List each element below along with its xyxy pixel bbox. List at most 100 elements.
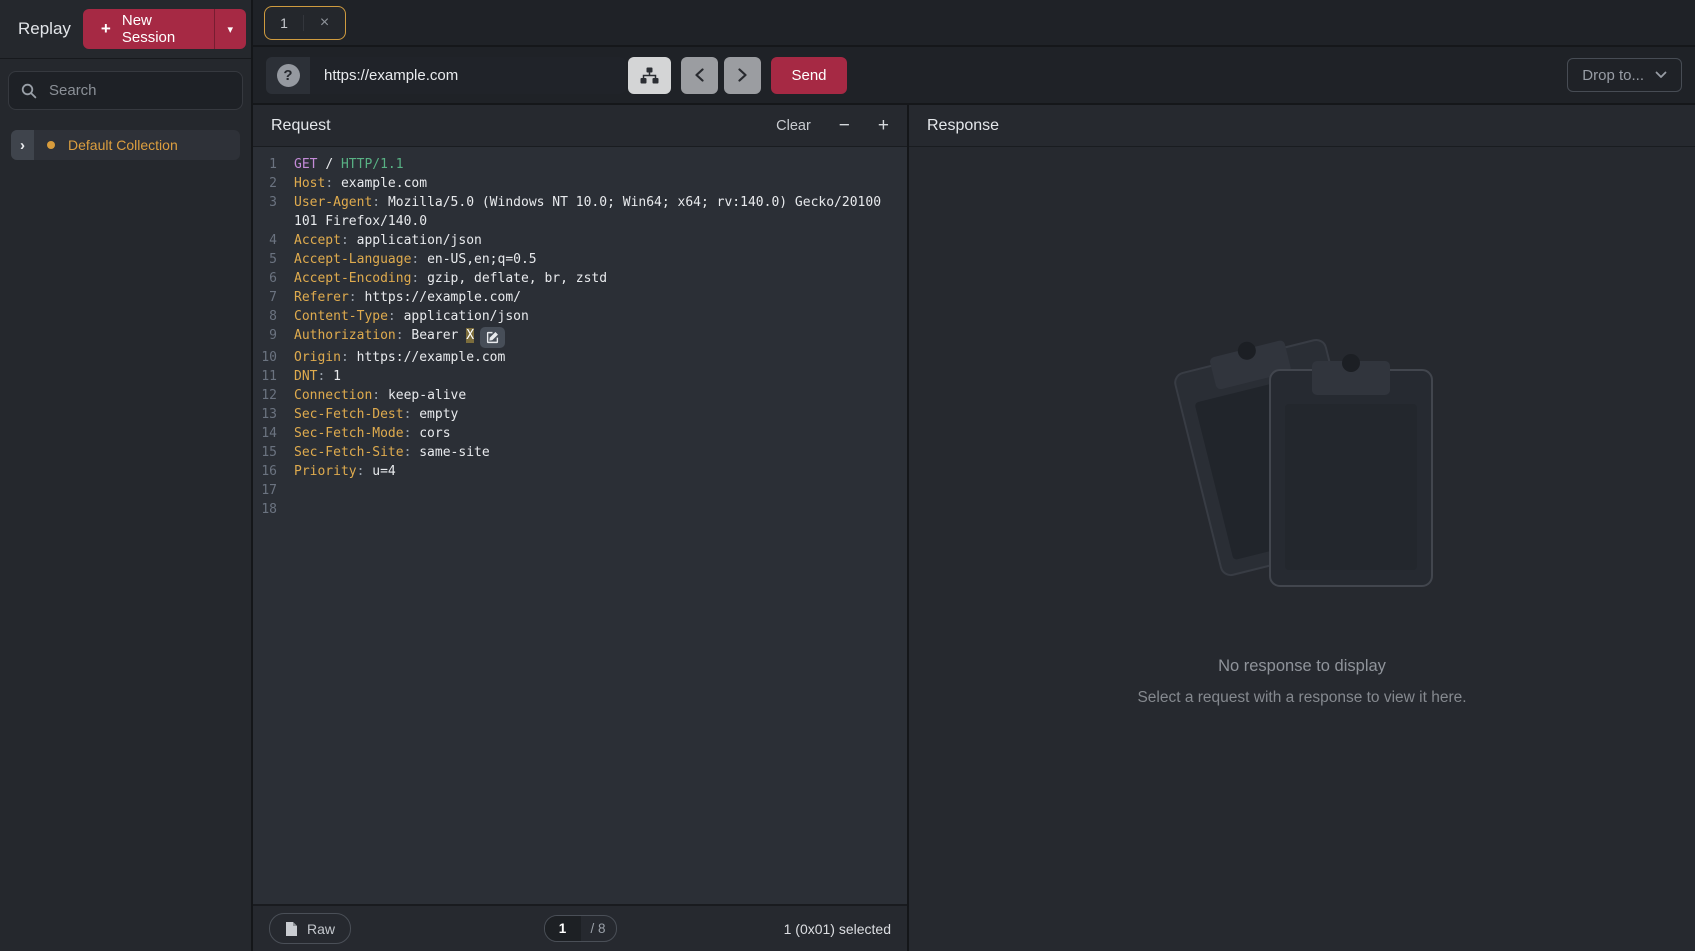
method-token: GET: [294, 157, 317, 172]
code-line[interactable]: 16Priority: u=4: [253, 462, 907, 481]
line-number: 1: [253, 155, 277, 174]
request-toolbar: ? Send Drop to...: [253, 47, 1695, 105]
sitemap-button[interactable]: [628, 57, 671, 94]
code-line[interactable]: 9Authorization: Bearer X: [253, 326, 907, 348]
line-content: [277, 481, 294, 500]
search-input[interactable]: [47, 81, 230, 100]
code-line[interactable]: 12Connection: keep-alive: [253, 386, 907, 405]
header-name-token: User-Agent: [294, 195, 372, 210]
header-name-token: Authorization: [294, 328, 396, 343]
code-line[interactable]: 11DNT: 1: [253, 367, 907, 386]
code-line[interactable]: 1GET / HTTP/1.1: [253, 155, 907, 174]
plus-icon: +: [101, 19, 111, 39]
header-value-token: example.com: [341, 176, 427, 191]
header-name-token: Accept-Encoding: [294, 271, 411, 286]
drop-to-dropdown[interactable]: Drop to...: [1567, 58, 1682, 92]
footer-left: Raw: [269, 913, 544, 944]
code-line[interactable]: 10Origin: https://example.com: [253, 348, 907, 367]
sidebar: Replay + New Session ▾ › Default Co: [0, 0, 253, 951]
drop-to-label: Drop to...: [1582, 67, 1644, 84]
line-content: Origin: https://example.com: [277, 348, 505, 367]
pager-current-input[interactable]: 1: [545, 916, 581, 941]
header-value-token: cors: [419, 426, 450, 441]
line-content: User-Agent: Mozilla/5.0 (Windows NT 10.0…: [277, 193, 889, 231]
header-value-token: 1: [333, 369, 341, 384]
main-area: 1 × ?: [253, 0, 1695, 951]
sitemap-icon: [640, 67, 659, 84]
collection-dot-icon: [47, 141, 55, 149]
line-content: Priority: u=4: [277, 462, 396, 481]
line-number: 3: [253, 193, 277, 231]
code-line[interactable]: 18: [253, 500, 907, 519]
chevron-right-icon: ›: [20, 137, 25, 154]
font-increase-button[interactable]: +: [878, 116, 889, 135]
code-line[interactable]: 6Accept-Encoding: gzip, deflate, br, zst…: [253, 269, 907, 288]
code-token: [380, 388, 388, 403]
selected-text-token[interactable]: X: [466, 328, 474, 343]
sidebar-item-default-collection[interactable]: › Default Collection: [11, 130, 240, 160]
code-token: :: [349, 290, 357, 305]
header-name-token: Connection: [294, 388, 372, 403]
code-line[interactable]: 17: [253, 481, 907, 500]
clipboards-illustration: [1162, 312, 1442, 617]
new-session-label: New Session: [122, 12, 196, 46]
chevron-left-icon: [694, 68, 705, 82]
line-number: 14: [253, 424, 277, 443]
code-line[interactable]: 8Content-Type: application/json: [253, 307, 907, 326]
code-token: :: [341, 233, 349, 248]
clear-button[interactable]: Clear: [776, 118, 811, 134]
chevron-down-icon: [1655, 71, 1667, 79]
session-tab-1[interactable]: 1 ×: [264, 6, 346, 40]
edit-icon[interactable]: [480, 327, 505, 348]
line-content: Connection: keep-alive: [277, 386, 466, 405]
new-session-main[interactable]: + New Session: [83, 9, 214, 49]
header-value-token: application/json: [404, 309, 529, 324]
pager-total-label: / 8: [581, 916, 616, 941]
line-content: Accept-Encoding: gzip, deflate, br, zstd: [277, 269, 607, 288]
request-footer: Raw 1 / 8 1 (0x01) selected: [253, 904, 907, 951]
header-value-token: same-site: [419, 445, 489, 460]
line-number: 11: [253, 367, 277, 386]
line-content: Accept: application/json: [277, 231, 482, 250]
line-number: 4: [253, 231, 277, 250]
url-input[interactable]: [310, 57, 626, 94]
line-number: 5: [253, 250, 277, 269]
collection-expand-button[interactable]: ›: [11, 130, 34, 160]
code-line[interactable]: 15Sec-Fetch-Site: same-site: [253, 443, 907, 462]
new-session-button[interactable]: + New Session ▾: [83, 9, 246, 49]
code-line[interactable]: 3User-Agent: Mozilla/5.0 (Windows NT 10.…: [253, 193, 907, 231]
header-name-token: Sec-Fetch-Mode: [294, 426, 404, 441]
front-clipboard: [1270, 354, 1432, 586]
path-token: /: [325, 157, 333, 172]
code-line[interactable]: 14Sec-Fetch-Mode: cors: [253, 424, 907, 443]
code-line[interactable]: 5Accept-Language: en-US,en;q=0.5: [253, 250, 907, 269]
response-panel-title: Response: [927, 117, 999, 135]
code-token: :: [396, 328, 404, 343]
help-icon: ?: [277, 64, 300, 87]
code-token: :: [341, 350, 349, 365]
line-number: 17: [253, 481, 277, 500]
line-content: Authorization: Bearer X: [277, 326, 505, 348]
new-session-dropdown-button[interactable]: ▾: [214, 9, 246, 49]
connection-info-button[interactable]: ?: [266, 57, 310, 94]
request-editor[interactable]: 1GET / HTTP/1.12Host: example.com3User-A…: [253, 147, 907, 904]
line-number: 2: [253, 174, 277, 193]
header-name-token: Content-Type: [294, 309, 388, 324]
history-forward-button[interactable]: [724, 57, 761, 94]
line-content: Referer: https://example.com/: [277, 288, 521, 307]
code-line[interactable]: 7Referer: https://example.com/: [253, 288, 907, 307]
header-name-token: Referer: [294, 290, 349, 305]
line-number: 12: [253, 386, 277, 405]
history-back-button[interactable]: [681, 57, 718, 94]
code-line[interactable]: 13Sec-Fetch-Dest: empty: [253, 405, 907, 424]
code-line[interactable]: 2Host: example.com: [253, 174, 907, 193]
line-number: 16: [253, 462, 277, 481]
line-number: 15: [253, 443, 277, 462]
code-line[interactable]: 4Accept: application/json: [253, 231, 907, 250]
font-decrease-button[interactable]: −: [839, 116, 850, 135]
raw-view-button[interactable]: Raw: [269, 913, 351, 944]
close-icon[interactable]: ×: [304, 14, 345, 32]
header-value-token: gzip, deflate, br, zstd: [427, 271, 607, 286]
send-button[interactable]: Send: [771, 57, 847, 94]
request-pager: 1 / 8: [544, 915, 617, 942]
